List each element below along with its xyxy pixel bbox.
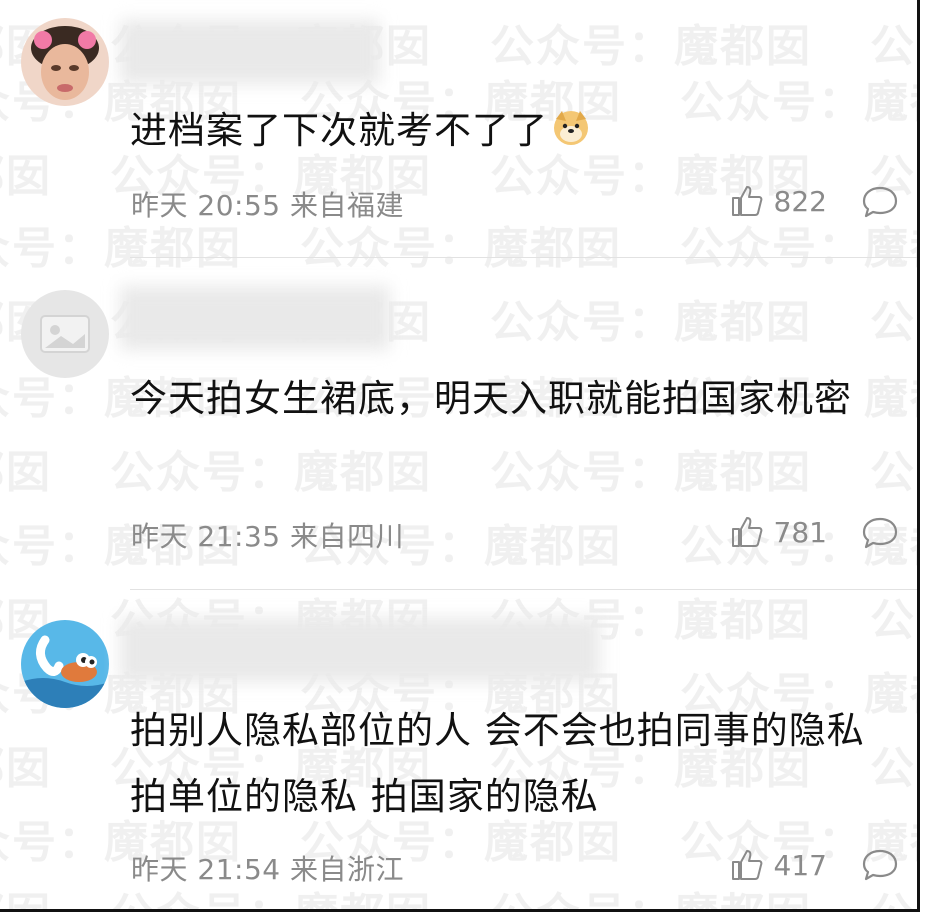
comment-text: 拍别人隐私部位的人 会不会也拍同事的隐私 拍单位的隐私 拍国家的隐私 — [130, 709, 865, 818]
like-button[interactable]: 781 — [730, 515, 827, 549]
username-blurred[interactable] — [120, 286, 390, 350]
comment-text: 进档案了下次就考不了了 — [130, 98, 889, 164]
comment-item: 进档案了下次就考不了了 昨天 20:55 来自福建 822 — [0, 0, 917, 258]
reply-button[interactable] — [861, 185, 899, 219]
reply-button[interactable] — [861, 516, 899, 550]
username-blurred[interactable] — [120, 20, 380, 84]
avatar-image — [21, 290, 109, 378]
comment-meta: 昨天 21:35 来自四川 — [131, 520, 404, 553]
comment-text: 今天拍女生裙底，明天入职就能拍国家机密 — [130, 377, 852, 420]
thumbs-up-icon — [731, 186, 762, 216]
comment-bubble-icon — [862, 849, 898, 881]
like-button[interactable]: 822 — [730, 184, 827, 218]
reply-button[interactable] — [861, 848, 899, 882]
like-button[interactable]: 417 — [730, 848, 827, 882]
avatar[interactable] — [21, 620, 109, 708]
avatar[interactable] — [21, 18, 109, 106]
comment-meta: 昨天 21:54 来自浙江 — [131, 853, 404, 886]
like-count: 822 — [773, 184, 827, 218]
comment-item: 拍别人隐私部位的人 会不会也拍同事的隐私 拍单位的隐私 拍国家的隐私 昨天 21… — [0, 590, 917, 909]
comment-bubble-icon — [862, 186, 898, 218]
doge-emoji-icon — [552, 102, 590, 145]
thumbs-up-icon — [731, 517, 762, 547]
comment-list: 公众号：魔都囡公众号：魔都囡公众号：魔都囡公众号：魔都囡公众号：魔都囡公众号：魔… — [0, 0, 920, 912]
comment-item: 今天拍女生裙底，明天入职就能拍国家机密 昨天 21:35 来自四川 781 — [0, 258, 917, 590]
username-blurred[interactable] — [120, 618, 600, 682]
avatar-image — [21, 18, 109, 106]
like-count: 781 — [773, 515, 827, 549]
comment-meta: 昨天 20:55 来自福建 — [131, 189, 404, 222]
avatar-image — [21, 620, 109, 708]
comment-bubble-icon — [862, 517, 898, 549]
like-count: 417 — [773, 848, 827, 882]
thumbs-up-icon — [731, 850, 762, 880]
avatar[interactable] — [21, 290, 109, 378]
